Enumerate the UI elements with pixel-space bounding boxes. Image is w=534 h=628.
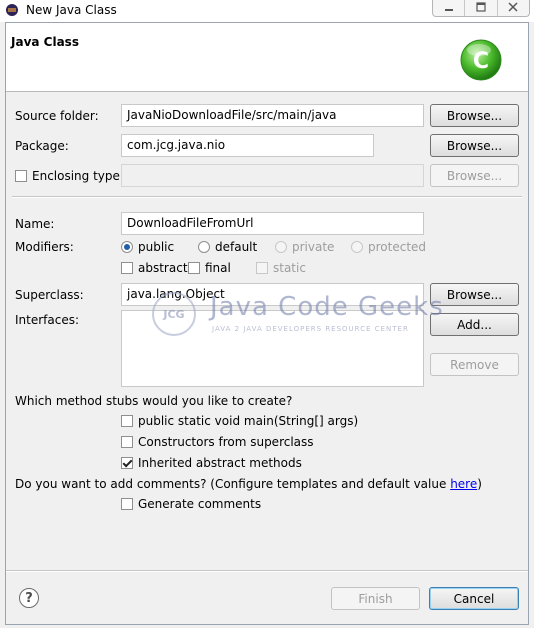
generate-comments-label: Generate comments — [138, 497, 262, 511]
watermark: JCG Java Code Geeks JAVA 2 JAVA DEVELOPE… — [152, 292, 443, 342]
stub-inherited-option[interactable]: Inherited abstract methods — [121, 456, 302, 470]
source-folder-label: Source folder: — [15, 109, 99, 123]
window-controls — [432, 0, 530, 17]
dialog-header — [6, 23, 528, 92]
modifier-default-radio[interactable] — [198, 241, 210, 253]
modifier-final-checkbox[interactable] — [188, 262, 200, 274]
stub-main-label: public static void main(String[] args) — [138, 414, 359, 428]
modifier-public-radio[interactable] — [121, 241, 133, 253]
modifier-protected-radio[interactable] — [351, 241, 363, 253]
interfaces-remove-button[interactable]: Remove — [430, 353, 519, 376]
help-icon[interactable]: ? — [19, 588, 39, 608]
modifiers-label: Modifiers: — [15, 240, 74, 254]
generate-comments-option[interactable]: Generate comments — [121, 497, 261, 511]
enclosing-type-input[interactable] — [121, 164, 424, 187]
modifier-private-label: private — [292, 240, 335, 254]
enclosing-type-label: Enclosing type: — [32, 169, 124, 183]
source-folder-browse-button[interactable]: Browse... — [430, 104, 519, 127]
enclosing-type-browse-button[interactable]: Browse... — [430, 164, 519, 187]
maximize-button[interactable] — [465, 0, 498, 16]
source-folder-input[interactable]: JavaNioDownloadFile/src/main/java — [121, 104, 424, 127]
name-input[interactable]: DownloadFileFromUrl — [121, 212, 424, 235]
name-label: Name: — [15, 217, 55, 231]
modifier-abstract-label: abstract — [138, 261, 188, 275]
package-browse-button[interactable]: Browse... — [430, 134, 519, 157]
enclosing-type-option[interactable]: Enclosing type: — [15, 169, 124, 183]
close-button[interactable] — [498, 0, 529, 16]
cancel-button[interactable]: Cancel — [429, 587, 519, 610]
minimize-button[interactable] — [433, 0, 466, 16]
method-stubs-question: Which method stubs would you like to cre… — [15, 394, 293, 408]
new-class-icon: C — [460, 39, 502, 81]
modifier-final-option[interactable]: final — [188, 261, 231, 275]
window-title: New Java Class — [26, 3, 117, 17]
stub-constructors-label: Constructors from superclass — [138, 435, 314, 449]
stub-inherited-label: Inherited abstract methods — [138, 456, 302, 470]
interfaces-label: Interfaces: — [15, 313, 80, 327]
modifier-public-label: public — [138, 240, 175, 254]
comments-question-suffix: ) — [477, 477, 482, 491]
enclosing-type-checkbox[interactable] — [15, 170, 27, 182]
stub-main-checkbox[interactable] — [121, 415, 133, 427]
modifier-default-option[interactable]: default — [198, 240, 257, 254]
maximize-icon — [476, 2, 486, 12]
page-title: Java Class — [11, 35, 79, 49]
stub-inherited-checkbox[interactable] — [121, 457, 133, 469]
modifier-final-label: final — [205, 261, 231, 275]
modifier-static-checkbox[interactable] — [256, 262, 268, 274]
eclipse-icon — [6, 4, 18, 16]
modifier-private-option[interactable]: private — [275, 240, 334, 254]
modifier-abstract-option[interactable]: abstract — [121, 261, 188, 275]
stub-constructors-option[interactable]: Constructors from superclass — [121, 435, 314, 449]
logo-letter: C — [473, 49, 489, 74]
modifier-static-label: static — [273, 261, 306, 275]
watermark-text: Java Code Geeks — [210, 292, 444, 322]
modifier-default-label: default — [215, 240, 258, 254]
footer-separator — [6, 570, 528, 572]
modifier-public-option[interactable]: public — [121, 240, 174, 254]
comments-question-text: Do you want to add comments? (Configure … — [15, 477, 451, 491]
package-input[interactable]: com.jcg.java.nio — [121, 134, 374, 157]
close-icon — [508, 2, 518, 12]
package-label: Package: — [15, 139, 69, 153]
separator — [12, 196, 522, 198]
modifier-static-option[interactable]: static — [256, 261, 306, 275]
minimize-icon — [444, 9, 453, 11]
modifier-abstract-checkbox[interactable] — [121, 262, 133, 274]
watermark-badge: JCG — [152, 292, 196, 336]
finish-button[interactable]: Finish — [331, 587, 420, 610]
modifier-protected-option[interactable]: protected — [351, 240, 426, 254]
configure-templates-link[interactable]: here — [450, 477, 477, 491]
stub-main-option[interactable]: public static void main(String[] args) — [121, 414, 358, 428]
generate-comments-checkbox[interactable] — [121, 498, 133, 510]
stub-constructors-checkbox[interactable] — [121, 436, 133, 448]
modifier-private-radio[interactable] — [275, 241, 287, 253]
modifier-protected-label: protected — [368, 240, 427, 254]
superclass-label: Superclass: — [15, 288, 84, 302]
watermark-subtext: JAVA 2 JAVA DEVELOPERS RESOURCE CENTER — [212, 325, 409, 333]
comments-question: Do you want to add comments? (Configure … — [15, 477, 482, 491]
